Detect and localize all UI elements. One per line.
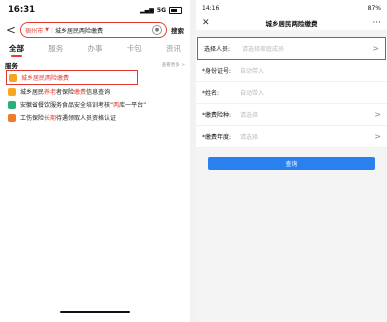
service-icon xyxy=(8,113,16,122)
tab-news[interactable]: 资讯 xyxy=(166,43,181,54)
battery-icon xyxy=(169,6,182,14)
service-icon xyxy=(8,100,16,109)
field-placeholder: 请选择家庭成员 xyxy=(242,46,285,53)
status-time: 14:16 xyxy=(202,4,220,12)
left-phone-screen: 16:31 ▂▄▆ 5G < 宿州市 ▼ | 城乡居民两险缴费 ● 搜索 全部 … xyxy=(0,0,190,322)
field-placeholder: 请选择 xyxy=(240,134,259,141)
query-button[interactable]: 查询 xyxy=(208,157,375,170)
payment-form: 选择人员: 请选择家庭成员 > *身份证号: 自动带入 *姓名: 自动带入 *缴… xyxy=(196,37,387,148)
service-item[interactable]: 城乡居民养老者保险缴费信息查询 xyxy=(0,85,190,98)
signal-bars-icon: ▂▄▆ xyxy=(140,6,154,14)
field-placeholder: 自动带入 xyxy=(240,68,265,75)
tab-all[interactable]: 全部 xyxy=(9,43,24,57)
chevron-right-icon: > xyxy=(372,44,379,53)
chevron-right-icon: > xyxy=(374,110,381,119)
title-bar: ✕ 城乡居民两险缴费 ··· xyxy=(196,16,387,30)
city-selector[interactable]: 宿州市 xyxy=(25,26,43,35)
service-label: 城乡居民养老者保险缴费信息查询 xyxy=(20,89,111,96)
tab-affairs[interactable]: 办事 xyxy=(88,43,103,54)
tab-cards[interactable]: 卡包 xyxy=(127,43,142,54)
more-options-icon[interactable]: ··· xyxy=(372,19,381,28)
id-number-field[interactable]: *身份证号: 自动带入 xyxy=(196,60,387,82)
see-more-link[interactable]: 查看更多 > xyxy=(162,62,185,68)
field-label: *身份证号: xyxy=(202,68,232,75)
result-tabs: 全部 服务 办事 卡包 资讯 xyxy=(0,40,190,57)
status-battery: 87% xyxy=(367,4,381,12)
field-placeholder: 请选择 xyxy=(240,112,259,119)
status-time: 16:31 xyxy=(8,5,36,15)
home-indicator xyxy=(60,311,130,313)
caret-down-icon: ▼ xyxy=(45,27,49,33)
section-header: 服务 查看更多 > xyxy=(0,59,190,70)
status-bar: 14:16 87% xyxy=(196,0,387,16)
field-label: *缴费险种: xyxy=(202,112,232,119)
service-item[interactable]: 工伤保险长期待遇领取人员资格认证 xyxy=(0,111,190,124)
divider: | xyxy=(50,26,53,34)
service-item[interactable]: 城乡居民两险缴费 xyxy=(6,70,138,85)
search-button[interactable]: 搜索 xyxy=(171,25,184,35)
service-label: 安徽省餐饮服务食品安全培训考核“两库一平台” xyxy=(20,102,147,109)
status-signal: ▂▄▆ 5G xyxy=(140,6,182,14)
service-icon xyxy=(8,87,16,96)
right-phone-screen: 14:16 87% ✕ 城乡居民两险缴费 ··· 选择人员: 请选择家庭成员 >… xyxy=(196,0,387,322)
field-placeholder: 自动带入 xyxy=(240,90,265,97)
status-bar: 16:31 ▂▄▆ 5G xyxy=(0,0,190,20)
service-item[interactable]: 安徽省餐饮服务食品安全培训考核“两库一平台” xyxy=(0,98,190,111)
service-label: 工伤保险长期待遇领取人员资格认证 xyxy=(20,115,117,122)
service-label: 城乡居民两险缴费 xyxy=(21,75,70,82)
search-box[interactable]: 宿州市 ▼ | 城乡居民两险缴费 ● xyxy=(20,22,167,38)
back-arrow-icon[interactable]: < xyxy=(6,23,16,37)
network-type: 5G xyxy=(156,6,166,14)
search-row: < 宿州市 ▼ | 城乡居民两险缴费 ● 搜索 xyxy=(0,20,190,40)
payment-year-field[interactable]: *缴费年度: 请选择 > xyxy=(196,126,387,148)
field-label: *姓名: xyxy=(202,90,220,97)
section-title: 服务 xyxy=(5,61,18,70)
field-label: *缴费年度: xyxy=(202,134,232,141)
select-person-field[interactable]: 选择人员: 请选择家庭成员 > xyxy=(197,37,386,60)
field-label: 选择人员: xyxy=(204,46,231,53)
name-field[interactable]: *姓名: 自动带入 xyxy=(196,82,387,104)
microphone-icon[interactable]: ● xyxy=(152,25,162,35)
search-input[interactable]: 城乡居民两险缴费 xyxy=(55,26,103,35)
close-icon[interactable]: ✕ xyxy=(202,18,210,28)
insurance-type-field[interactable]: *缴费险种: 请选择 > xyxy=(196,104,387,126)
service-icon xyxy=(9,73,17,82)
chevron-right-icon: > xyxy=(374,132,381,141)
page-title: 城乡居民两险缴费 xyxy=(265,20,318,28)
tab-services[interactable]: 服务 xyxy=(48,43,63,54)
